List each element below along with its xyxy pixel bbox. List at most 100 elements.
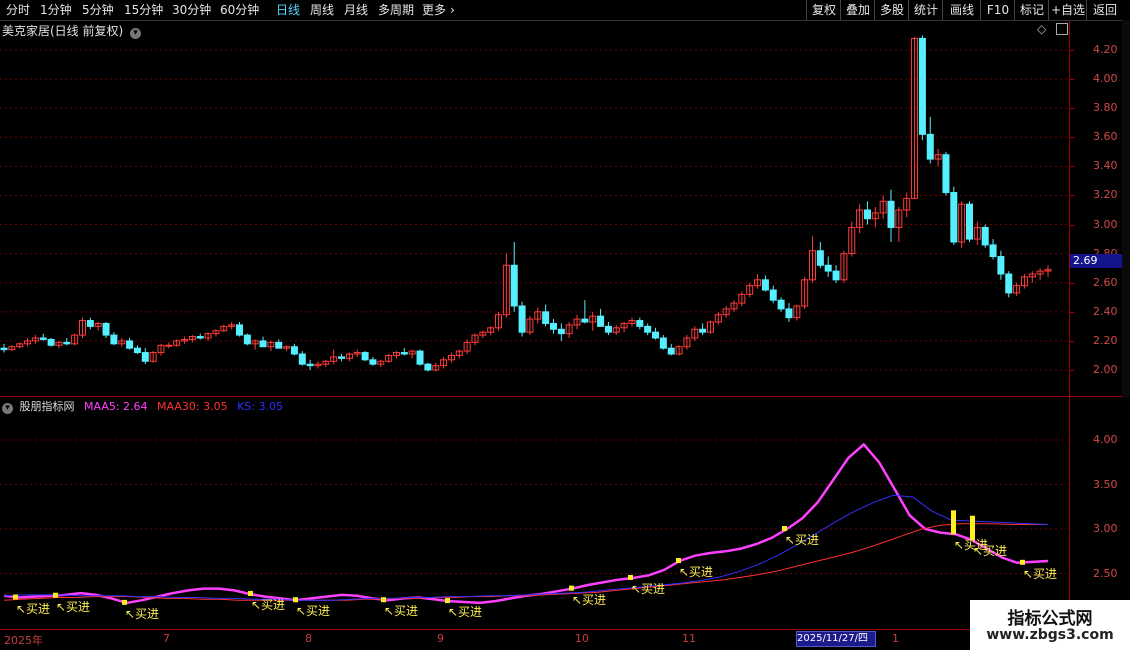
price-tick (1069, 166, 1074, 168)
price-tick (1069, 108, 1074, 110)
candle (597, 315, 605, 327)
buy-signal-label: ↖买进 (572, 592, 607, 607)
candle (785, 308, 793, 319)
side-panel-strip[interactable] (1122, 20, 1130, 398)
candle (581, 318, 589, 323)
price-tick-label: 2.20 (1093, 333, 1118, 347)
price-tick-label: 4.00 (1093, 72, 1118, 86)
candle (652, 331, 660, 339)
candle (196, 336, 204, 339)
series-maa5 (3, 442, 1049, 605)
candle (290, 346, 298, 355)
candle (542, 311, 550, 324)
watermark: 指标公式网 www.zbgs3.com (970, 600, 1130, 650)
buy-signal-label: ↖买进 (973, 543, 1008, 558)
candle (549, 322, 557, 330)
candle (824, 264, 832, 272)
candle (235, 324, 243, 336)
candle (942, 154, 950, 194)
candle (39, 337, 47, 340)
buy-signal-label: ↖买进 (251, 597, 286, 612)
candle (1005, 273, 1013, 294)
candle (298, 353, 306, 365)
buy-signal-label: ↖买进 (448, 605, 483, 620)
x-label-month: 1 (892, 632, 899, 645)
candle (338, 356, 346, 359)
candle (918, 37, 926, 135)
buy-signal-label: ↖买进 (1023, 566, 1058, 581)
series-ks (3, 494, 1049, 601)
price-tick-label: 2.40 (1093, 304, 1118, 318)
candle (102, 322, 110, 336)
candle (926, 133, 934, 160)
price-tick-label: 4.20 (1093, 43, 1118, 56)
candle (243, 334, 251, 345)
price-tick (1069, 79, 1074, 81)
price-tick (1069, 224, 1074, 226)
candle (887, 200, 895, 228)
candle (769, 289, 777, 301)
candle (777, 299, 785, 310)
price-tick-label: 3.20 (1093, 188, 1118, 202)
buy-signal-label: ↖买进 (56, 599, 91, 614)
candle (518, 305, 526, 333)
x-label-year: 2025年 (4, 634, 43, 647)
current-price-badge: 2.69 (1070, 254, 1125, 268)
candle (761, 279, 769, 291)
candle (644, 325, 652, 333)
price-tick-label: 3.00 (1093, 217, 1118, 231)
price-tick-label: 3.40 (1093, 159, 1118, 173)
candle (369, 359, 377, 365)
candle (141, 352, 149, 362)
candle (275, 341, 283, 349)
candle (636, 320, 644, 327)
buy-signal-label: ↖买进 (384, 604, 419, 619)
price-tick-label: 3.80 (1093, 101, 1118, 115)
candle (86, 320, 94, 327)
buy-signal-label: ↖买进 (16, 601, 51, 616)
candle (816, 250, 824, 266)
x-label-month: 10 (575, 632, 589, 645)
buy-signal-label: ↖买进 (631, 581, 666, 596)
x-label-month: 8 (305, 632, 312, 645)
indicator-tick-label: 3.50 (1093, 477, 1118, 491)
candle (966, 203, 974, 240)
candle (416, 350, 424, 365)
candle (667, 347, 675, 355)
x-label-month: 7 (163, 632, 170, 645)
candle (604, 325, 612, 333)
candle (361, 352, 369, 361)
candle (165, 344, 173, 347)
candle (981, 226, 989, 246)
indicator-tick-label: 2.50 (1093, 566, 1118, 580)
x-label-month: 11 (682, 632, 696, 645)
price-tick-label: 2.60 (1093, 275, 1118, 289)
candle (989, 244, 997, 258)
buy-signal-label: ↖买进 (679, 565, 714, 580)
price-tick-label: 2.00 (1093, 363, 1118, 376)
candle (699, 328, 707, 333)
indicator-tick-label: 3.00 (1093, 522, 1118, 535)
series-maa30 (3, 523, 1048, 601)
candle (400, 352, 408, 355)
candle (832, 270, 840, 281)
candle (863, 209, 871, 220)
candle (950, 192, 958, 243)
candle (997, 256, 1005, 275)
indicator-tick-label: 4.00 (1093, 433, 1118, 446)
buy-signal-label: ↖买进 (785, 533, 820, 547)
candle (0, 347, 8, 351)
watermark-url: www.zbgs3.com (986, 627, 1114, 643)
candle (659, 337, 667, 349)
price-tick (1069, 311, 1074, 313)
candle (126, 340, 134, 349)
buy-signal-label: ↖买进 (296, 604, 331, 619)
price-tick-label: 3.60 (1093, 130, 1118, 144)
buy-signal-label: ↖买进 (125, 606, 160, 621)
candle (424, 363, 432, 371)
price-tick (1069, 282, 1074, 284)
x-label-month: 9 (437, 632, 444, 645)
price-tick (1069, 195, 1074, 197)
watermark-title: 指标公式网 (1007, 609, 1093, 629)
price-tick (1069, 50, 1074, 51)
